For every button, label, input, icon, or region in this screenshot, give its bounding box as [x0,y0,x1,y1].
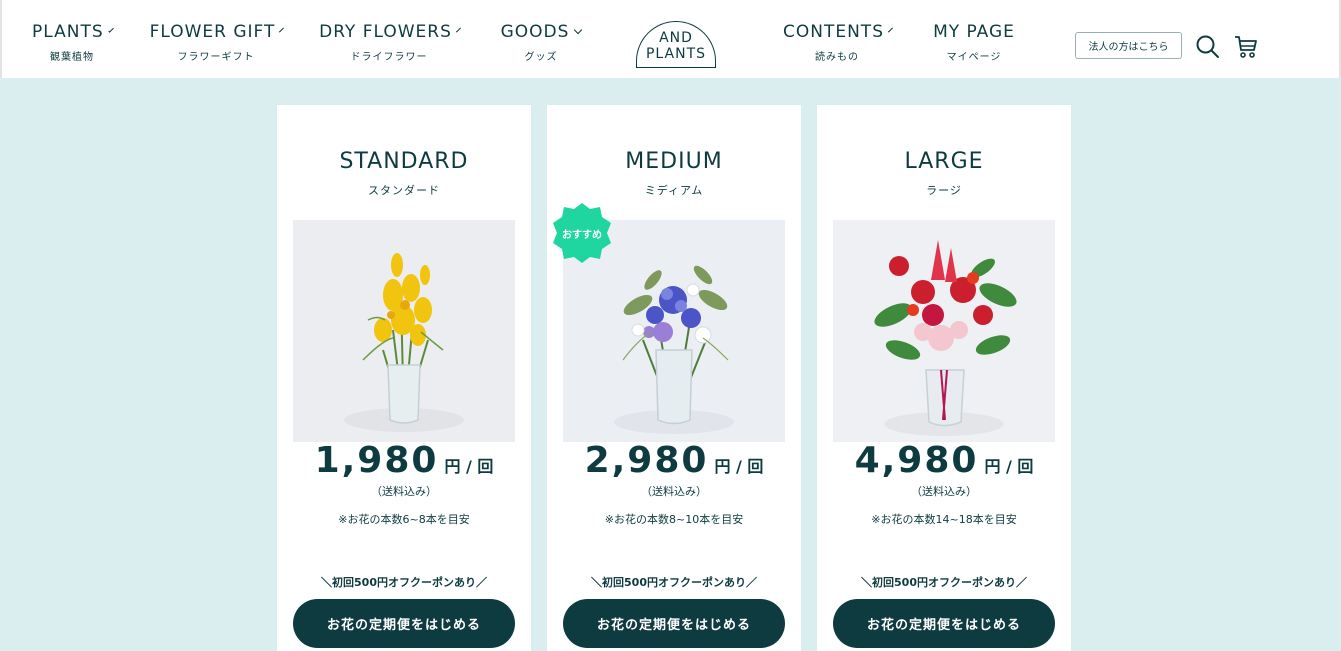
site-header: PLANTS 観葉植物 FLOWER GIFT フラワーギフト DRY FLOW… [0,0,1341,78]
shipping-included-note: （送料込み） [641,485,707,498]
plan-subtitle: ラージ [926,184,962,197]
plan-list-section: STANDARD スタンダード 1,980 円 / 回 （送料込み） ※お花の本… [0,78,1341,651]
nav-flower-gift[interactable]: FLOWER GIFT フラワーギフト [149,22,285,63]
chevron-down-icon [279,27,285,33]
coupon-note: ＼初回500円オフクーポンあり／ [861,576,1027,589]
nav-contents[interactable]: CONTENTS 読みもの [783,22,893,63]
shipping-included-note: （送料込み） [911,485,977,498]
plan-price: 2,980 円 / 回 [547,440,801,481]
start-subscription-button-medium[interactable]: お花の定期便をはじめる [563,599,785,648]
plan-card-standard: STANDARD スタンダード 1,980 円 / 回 （送料込み） ※お花の本… [277,105,531,651]
plan-subtitle: ミディアム [644,184,704,197]
logo-text-and: AND [659,30,693,46]
nav-plants-label: PLANTS [32,22,104,42]
plan-subtitle: スタンダード [368,184,440,197]
badge-label: おすすめ [562,229,602,241]
start-subscription-button-standard[interactable]: お花の定期便をはじめる [293,599,515,648]
price-amount: 1,980 [314,440,439,481]
chevron-down-icon [455,27,461,33]
nav-plants-sub: 観葉植物 [50,52,94,63]
nav-goods-main: GOODS [499,22,583,42]
start-subscription-button-large[interactable]: お花の定期便をはじめる [833,599,1055,648]
price-unit: 円 / 回 [984,457,1034,476]
chevron-down-icon [888,27,893,33]
price-amount: 2,980 [584,440,709,481]
nav-dry-flowers-main: DRY FLOWERS [319,22,461,42]
nav-dry-flowers[interactable]: DRY FLOWERS ドライフラワー [319,22,461,63]
plan-title: STANDARD [339,149,469,174]
nav-contents-sub: 読みもの [815,52,859,63]
cart-icon[interactable] [1233,34,1259,60]
nav-goods-label: GOODS [500,22,570,42]
corporate-inquiry-button[interactable]: 法人の方はこちら [1075,32,1182,59]
plan-card-large: LARGE ラージ 4,980 円 / 回 （送料込み） ※お花の本数14~18本… [817,105,1071,651]
nav-plants-main: PLANTS [32,22,114,42]
plan-price: 1,980 円 / 回 [277,440,531,481]
nav-flower-gift-main: FLOWER GIFT [149,22,285,42]
and-plants-logo[interactable]: AND PLANTS [636,21,716,68]
nav-my-page[interactable]: MY PAGE マイページ [932,22,1016,63]
nav-goods-sub: グッズ [524,52,558,63]
nav-my-page-sub: マイページ [946,52,1002,63]
plan-title: LARGE [904,149,984,174]
plan-card-medium: MEDIUM ミディアム おすすめ 2,980 円 / 回 （送料込み） ※お花… [547,105,801,651]
nav-flower-gift-label: FLOWER GIFT [149,22,276,42]
flower-count-note: ※お花の本数14~18本を目安 [871,513,1017,526]
search-icon[interactable] [1195,34,1221,60]
chevron-down-icon [574,25,583,35]
shipping-included-note: （送料込み） [371,485,437,498]
logo-base-line [636,66,716,68]
nav-dry-flowers-label: DRY FLOWERS [319,22,452,42]
nav-plants[interactable]: PLANTS 観葉植物 [32,22,114,63]
standard-bouquet-image [293,220,515,442]
coupon-note: ＼初回500円オフクーポンあり／ [321,576,487,589]
recommended-badge: おすすめ [552,203,612,263]
flower-count-note: ※お花の本数8~10本を目安 [604,513,744,526]
chevron-down-icon [107,27,114,33]
nav-flower-gift-sub: フラワーギフト [177,52,255,63]
large-bouquet-image [833,220,1055,442]
price-unit: 円 / 回 [444,457,494,476]
plan-price: 4,980 円 / 回 [817,440,1071,481]
coupon-note: ＼初回500円オフクーポンあり／ [591,576,757,589]
plan-title: MEDIUM [625,149,723,174]
logo-text-plants: PLANTS [645,46,707,62]
nav-goods[interactable]: GOODS グッズ [499,22,583,63]
flower-count-note: ※お花の本数6~8本を目安 [338,513,470,526]
nav-contents-main: CONTENTS [783,22,893,42]
nav-my-page-label: MY PAGE [933,22,1015,42]
nav-contents-label: CONTENTS [783,22,884,42]
nav-my-page-main: MY PAGE [932,22,1016,42]
price-amount: 4,980 [854,440,979,481]
price-unit: 円 / 回 [714,457,764,476]
nav-dry-flowers-sub: ドライフラワー [350,52,428,63]
